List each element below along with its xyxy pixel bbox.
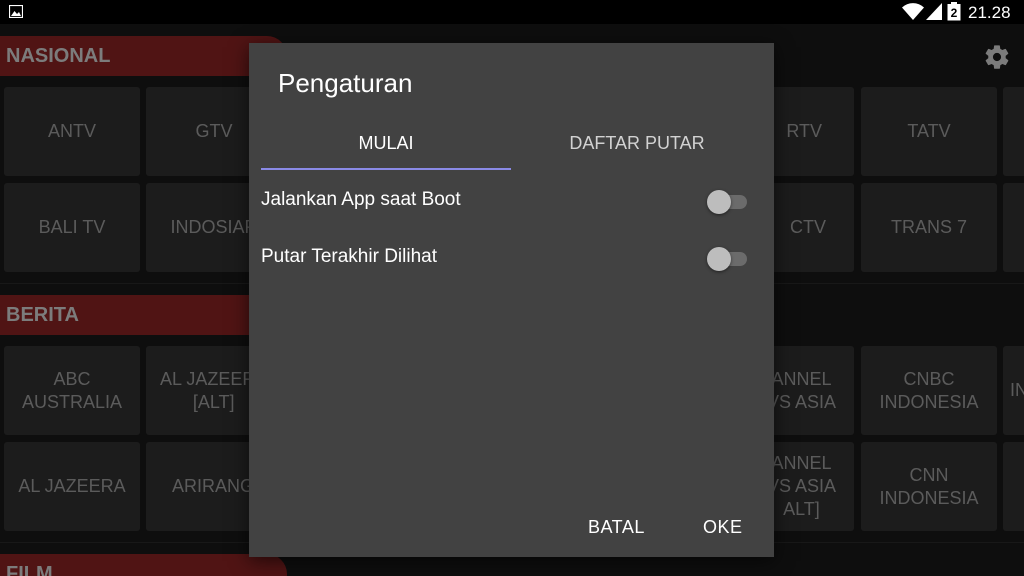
play-last-watched-toggle[interactable] bbox=[707, 244, 751, 271]
status-bar: 2 21.28 bbox=[0, 0, 1024, 24]
ok-button[interactable]: OKE bbox=[703, 517, 743, 538]
tab-daftar-putar[interactable]: DAFTAR PUTAR bbox=[511, 133, 763, 168]
status-clock: 21.28 bbox=[968, 3, 1011, 22]
switch-thumb bbox=[707, 247, 731, 271]
setting-row-run-on-boot: Jalankan App saat Boot bbox=[261, 181, 761, 221]
run-on-boot-toggle[interactable] bbox=[707, 187, 751, 214]
setting-label: Putar Terakhir Dilihat bbox=[261, 246, 438, 267]
dialog-title: Pengaturan bbox=[278, 68, 413, 98]
settings-dialog: Pengaturan MULAI DAFTAR PUTAR Jalankan A… bbox=[249, 43, 774, 557]
tab-mulai[interactable]: MULAI bbox=[261, 133, 511, 168]
signal-icon bbox=[926, 3, 942, 20]
tab-indicator bbox=[261, 168, 511, 170]
setting-label: Jalankan App saat Boot bbox=[261, 189, 461, 210]
setting-row-play-last-watched: Putar Terakhir Dilihat bbox=[261, 238, 761, 278]
gallery-icon bbox=[9, 5, 23, 18]
wifi-icon bbox=[902, 3, 924, 20]
cancel-button[interactable]: BATAL bbox=[588, 517, 645, 538]
svg-text:2: 2 bbox=[951, 6, 958, 20]
battery-icon: 2 bbox=[947, 2, 961, 21]
switch-thumb bbox=[707, 190, 731, 214]
